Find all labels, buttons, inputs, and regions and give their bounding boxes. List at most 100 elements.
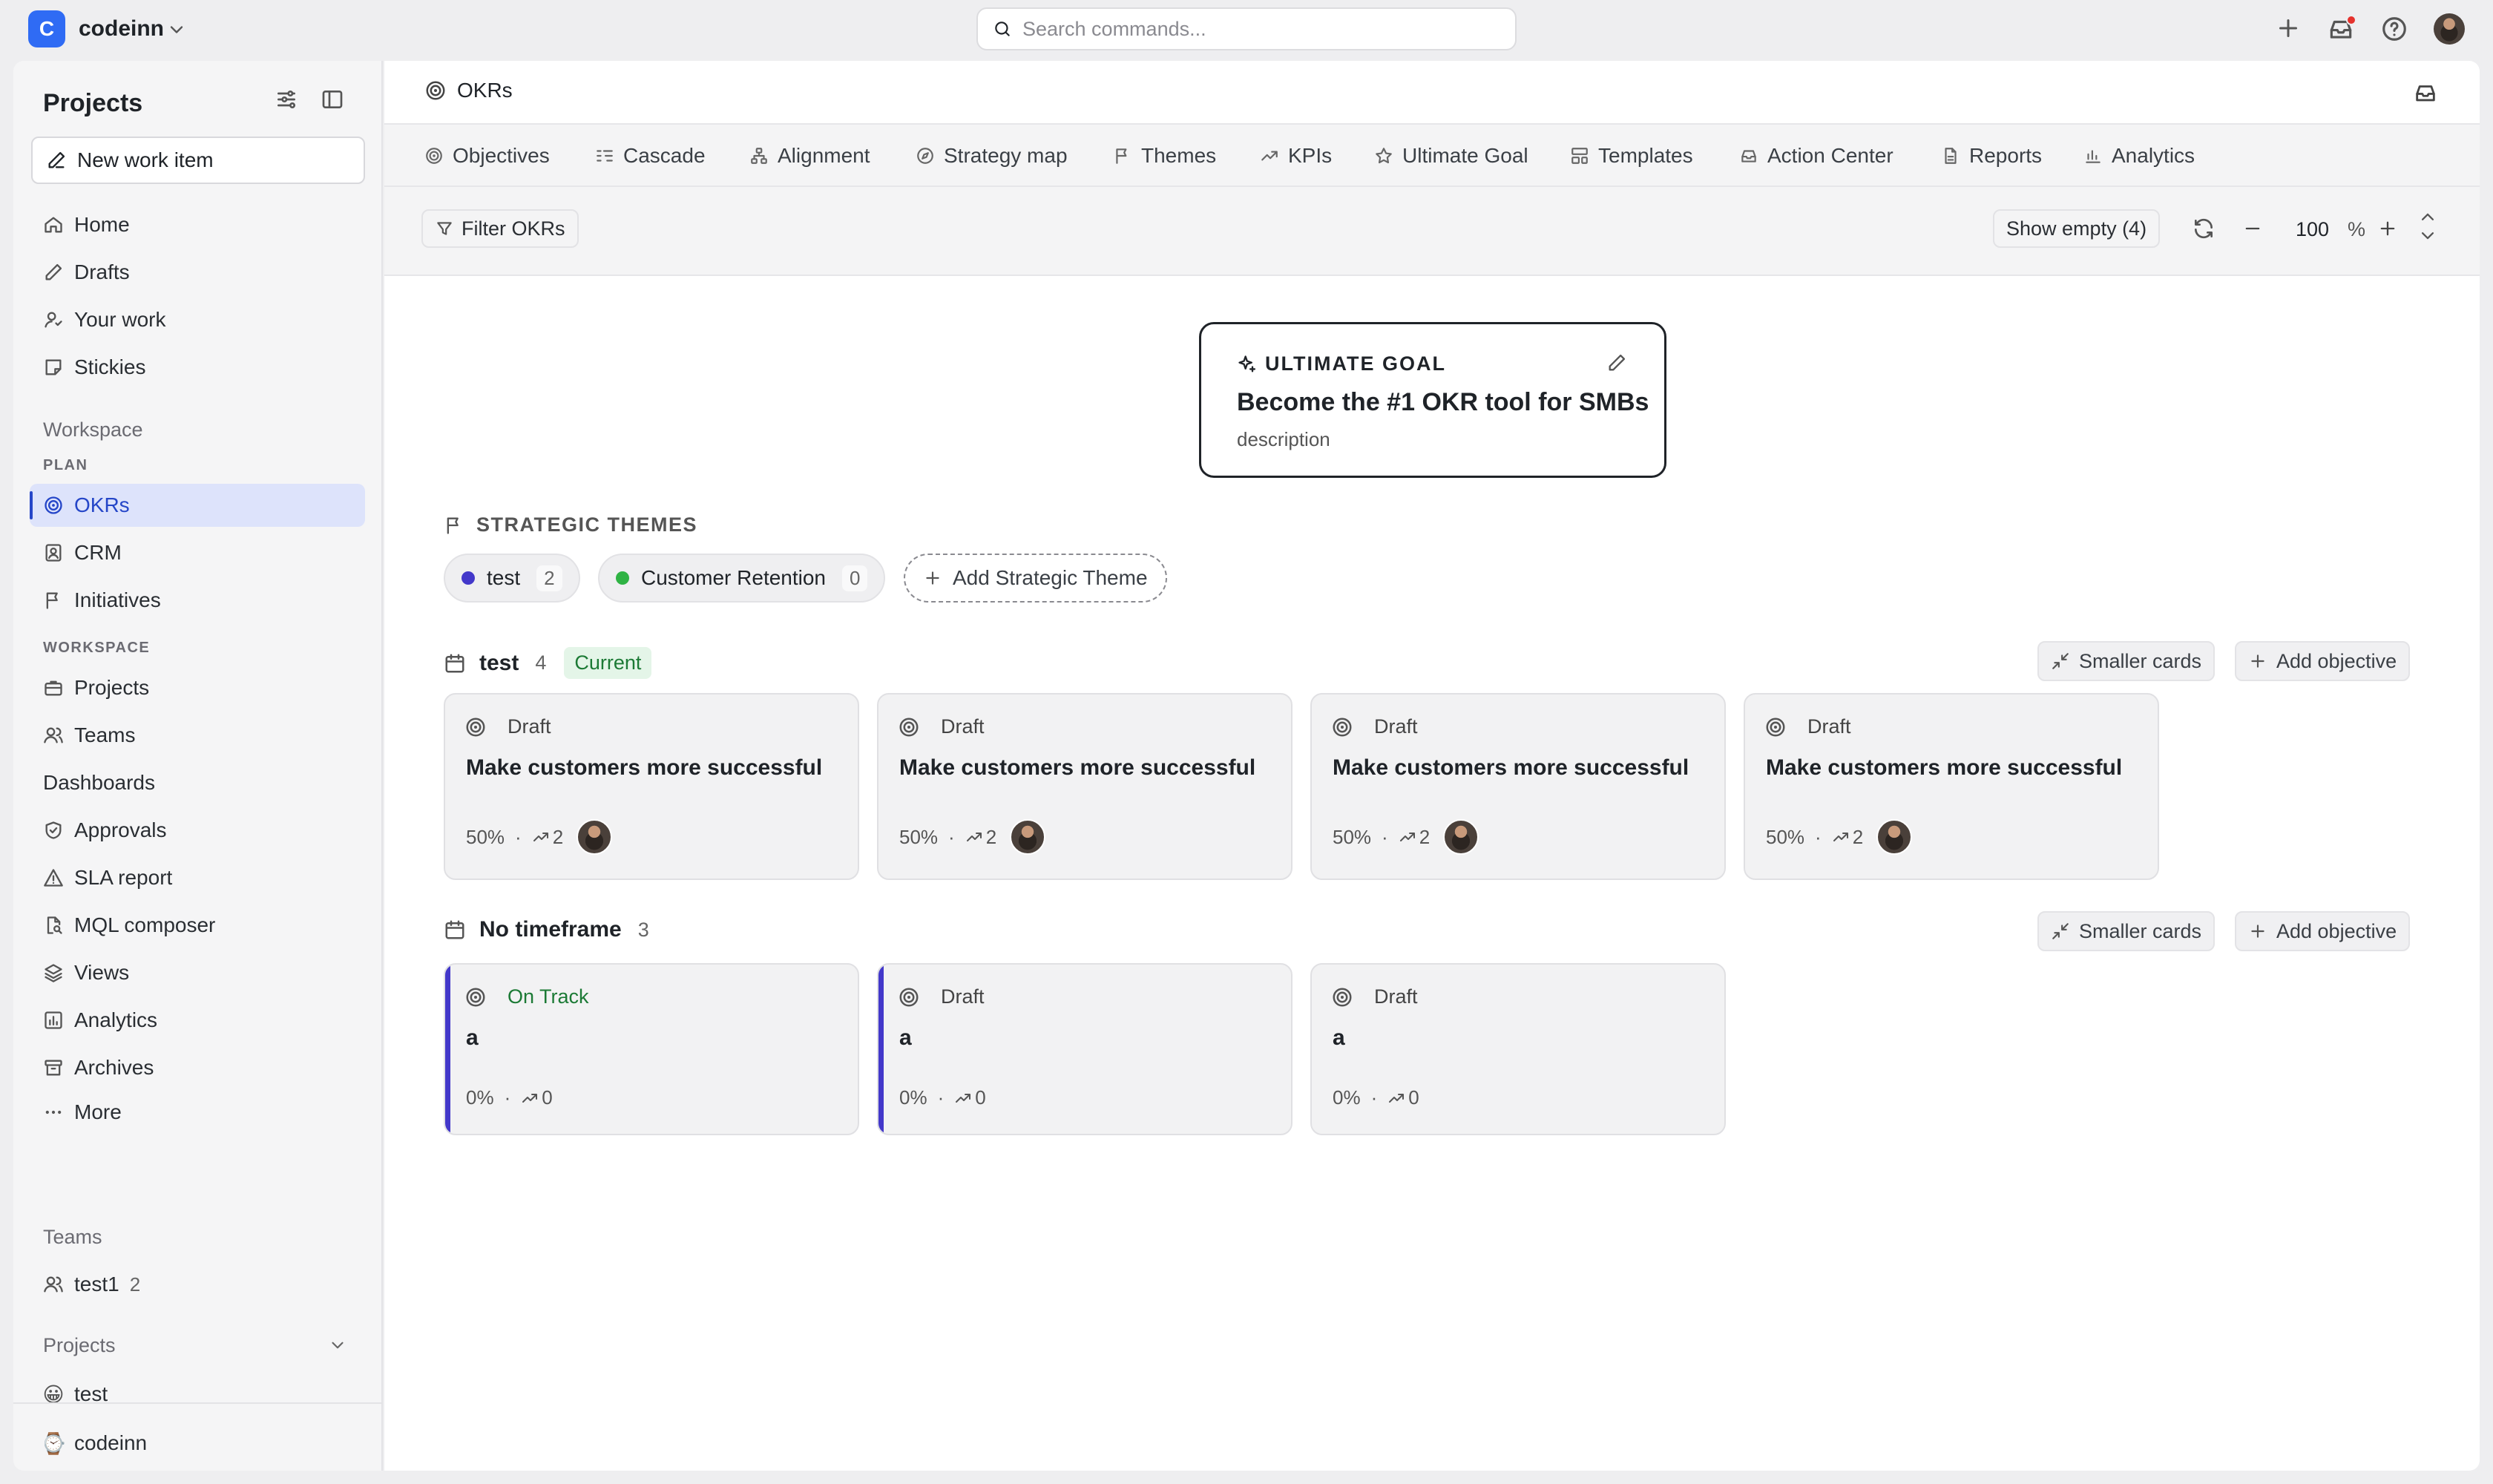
progress-value: 50% <box>1766 825 1805 848</box>
sidebar-item-home[interactable]: Home <box>30 203 365 246</box>
projects-section-label: Projects <box>43 1334 116 1356</box>
sidebar-item-archives[interactable]: Archives <box>30 1046 365 1089</box>
tab-analytics[interactable]: Analytics <box>2083 125 2195 187</box>
card-status: Draft <box>1331 715 1418 738</box>
group-name: test <box>479 650 519 675</box>
tab-themes[interactable]: Themes <box>1113 125 1216 187</box>
group-header-no-timeframe: No timeframe 3 <box>444 917 649 942</box>
theme-chip-test[interactable]: test 2 <box>444 554 580 603</box>
inbox-icon[interactable] <box>2413 80 2438 105</box>
add-strategic-theme-button[interactable]: Add Strategic Theme <box>904 554 1167 603</box>
archive-icon <box>43 1057 64 1078</box>
objective-card[interactable]: Draft Make customers more successful 50%… <box>1744 693 2159 880</box>
workspace-cap-label: WORKSPACE <box>43 640 151 656</box>
tab-cascade[interactable]: Cascade <box>595 125 706 187</box>
sidebar-item-okrs[interactable]: OKRs <box>30 484 365 527</box>
sidebar-item-projects[interactable]: Projects <box>30 666 365 709</box>
objective-card[interactable]: Draft a 0% · 0 <box>877 963 1293 1135</box>
ultimate-goal-description: description <box>1237 428 1330 450</box>
tab-label: Cascade <box>623 144 706 167</box>
minimize-icon <box>2051 922 2070 941</box>
sidebar-item-sla-report[interactable]: SLA report <box>30 856 365 899</box>
tab-ultimate-goal[interactable]: Ultimate Goal <box>1374 125 1528 187</box>
layout-template-icon <box>1570 146 1589 165</box>
help-icon[interactable] <box>2380 15 2408 43</box>
progress-value: 50% <box>466 825 505 848</box>
chevron-down-icon[interactable] <box>166 19 187 40</box>
ultimate-goal-card[interactable]: ULTIMATE GOAL Become the #1 OKR tool for… <box>1199 322 1666 478</box>
owner-avatar[interactable] <box>1010 819 1046 855</box>
sidebar-item-more[interactable]: More <box>30 1091 365 1134</box>
sidebar-item-crm[interactable]: CRM <box>30 531 365 574</box>
card-meta: 50% · 2 <box>1766 819 1913 855</box>
zoom-in-button[interactable] <box>2377 218 2398 239</box>
sliders-icon[interactable] <box>275 88 298 111</box>
objective-card[interactable]: Draft Make customers more successful 50%… <box>877 693 1293 880</box>
sidebar-item-label: Dashboards <box>43 771 155 794</box>
card-meta: 0% · 0 <box>899 1086 986 1109</box>
add-objective-button[interactable]: Add objective <box>2235 641 2411 681</box>
sidebar-item-initiatives[interactable]: Initiatives <box>30 579 365 622</box>
key-results-count: 2 <box>1832 826 1863 849</box>
show-empty-button[interactable]: Show empty (4) <box>1993 209 2161 248</box>
tab-alignment[interactable]: Alignment <box>749 125 870 187</box>
sidebar-item-team-test1[interactable]: test1 2 <box>30 1263 365 1306</box>
new-work-item-button[interactable]: New work item <box>31 137 365 184</box>
plus-icon <box>2248 922 2267 941</box>
theme-chip-customer-retention[interactable]: Customer Retention 0 <box>598 554 886 603</box>
chevron-down-icon[interactable] <box>328 1336 347 1355</box>
plus-icon[interactable] <box>2275 15 2302 42</box>
sidebar-item-analytics[interactable]: Analytics <box>30 999 365 1042</box>
sidebar-item-label: OKRs <box>74 493 130 516</box>
sidebar-item-mql-composer[interactable]: MQL composer <box>30 904 365 947</box>
sidebar-item-views[interactable]: Views <box>30 951 365 994</box>
search-input[interactable] <box>1022 17 1468 41</box>
tab-strategy-map[interactable]: Strategy map <box>916 125 1068 187</box>
owner-avatar[interactable] <box>1876 819 1913 855</box>
key-results-count: 2 <box>532 826 563 849</box>
objective-card[interactable]: On Track a 0% · 0 <box>444 963 859 1135</box>
user-avatar[interactable] <box>2434 13 2465 45</box>
tab-label: Themes <box>1141 144 1217 167</box>
sidebar-item-drafts[interactable]: Drafts <box>30 251 365 294</box>
sidebar-item-teams[interactable]: Teams <box>30 714 365 757</box>
smaller-cards-label: Smaller cards <box>2079 919 2202 942</box>
add-theme-label: Add Strategic Theme <box>953 566 1148 589</box>
target-icon <box>424 79 447 102</box>
ultimate-goal-caption: ULTIMATE GOAL <box>1265 352 1446 375</box>
objective-card[interactable]: Draft Make customers more successful 50%… <box>444 693 859 880</box>
tab-reports[interactable]: Reports <box>1941 125 2042 187</box>
filter-okrs-button[interactable]: Filter OKRs <box>421 209 579 248</box>
compass-icon <box>916 146 935 165</box>
sidebar-item-approvals[interactable]: Approvals <box>30 809 365 852</box>
owner-avatar[interactable] <box>1443 819 1479 855</box>
tab-objectives[interactable]: Objectives <box>424 125 550 187</box>
sidebar-item-stickies[interactable]: Stickies <box>30 346 365 389</box>
workspace-name[interactable]: codeinn <box>79 16 164 42</box>
add-objective-button[interactable]: Add objective <box>2235 911 2411 951</box>
smaller-cards-button[interactable]: Smaller cards <box>2037 641 2216 681</box>
sidebar-item-project-test[interactable]: 😀 test <box>30 1373 365 1416</box>
key-results-count: 0 <box>521 1086 553 1109</box>
objective-card[interactable]: Draft a 0% · 0 <box>1310 963 1726 1135</box>
sidebar-toggle-icon[interactable] <box>321 88 344 111</box>
owner-avatar[interactable] <box>577 819 613 855</box>
sidebar-item-dashboards[interactable]: Dashboards <box>30 761 365 804</box>
zoom-out-button[interactable] <box>2242 218 2263 239</box>
status-label: Draft <box>1374 715 1418 738</box>
pencil-icon[interactable] <box>1606 352 1627 373</box>
command-search[interactable] <box>976 7 1517 50</box>
objective-card[interactable]: Draft Make customers more successful 50%… <box>1310 693 1726 880</box>
tab-action-center[interactable]: Action Center <box>1739 125 1893 187</box>
tab-templates[interactable]: Templates <box>1570 125 1693 187</box>
status-label: Draft <box>941 715 985 738</box>
workspace-logo[interactable]: C <box>28 10 65 47</box>
sidebar-item-project-codeinn[interactable]: ⌚ codeinn <box>30 1422 365 1465</box>
tab-label: Reports <box>1969 144 2043 167</box>
tab-kpis[interactable]: KPIs <box>1260 125 1332 187</box>
zoom-value[interactable]: 100 <box>2296 218 2329 241</box>
sidebar-item-your-work[interactable]: Your work <box>30 298 365 341</box>
smaller-cards-button[interactable]: Smaller cards <box>2037 911 2216 951</box>
refresh-icon[interactable] <box>2192 217 2216 240</box>
chevrons-up-down-icon[interactable] <box>2417 209 2438 243</box>
